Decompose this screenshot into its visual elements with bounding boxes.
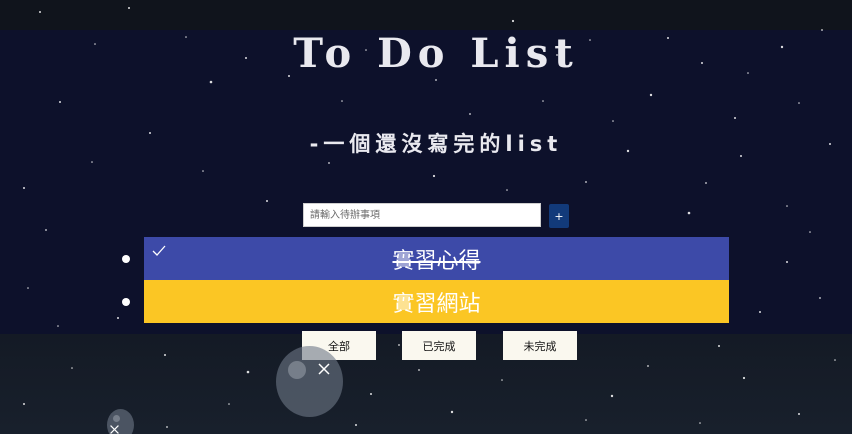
add-todo-button[interactable]: +	[549, 204, 569, 228]
todo-item-open[interactable]: 實習網站	[122, 280, 729, 323]
todo-input[interactable]	[303, 203, 541, 227]
filter-incomplete-button[interactable]: 未完成	[503, 331, 577, 360]
bubble-highlight	[288, 361, 306, 379]
todo-text: 實習心得	[392, 248, 481, 274]
todo-item-completed[interactable]: 實習心得	[122, 237, 729, 280]
list-bullet	[122, 297, 130, 306]
page-subtitle: -一個還沒寫完的list	[309, 132, 563, 156]
floating-bubble	[276, 346, 343, 417]
close-icon[interactable]	[317, 362, 331, 376]
list-bullet	[122, 254, 130, 263]
todo-text: 實習網站	[392, 291, 481, 317]
top-band	[0, 0, 852, 30]
filter-bar: 全部 已完成 未完成	[0, 331, 852, 360]
todo-list: 實習心得 實習網站	[122, 237, 729, 323]
check-icon	[152, 245, 166, 256]
bubble-highlight	[113, 415, 120, 422]
filter-completed-button[interactable]: 已完成	[402, 331, 476, 360]
close-icon[interactable]	[109, 424, 120, 434]
page-title: To Do List	[293, 30, 579, 77]
